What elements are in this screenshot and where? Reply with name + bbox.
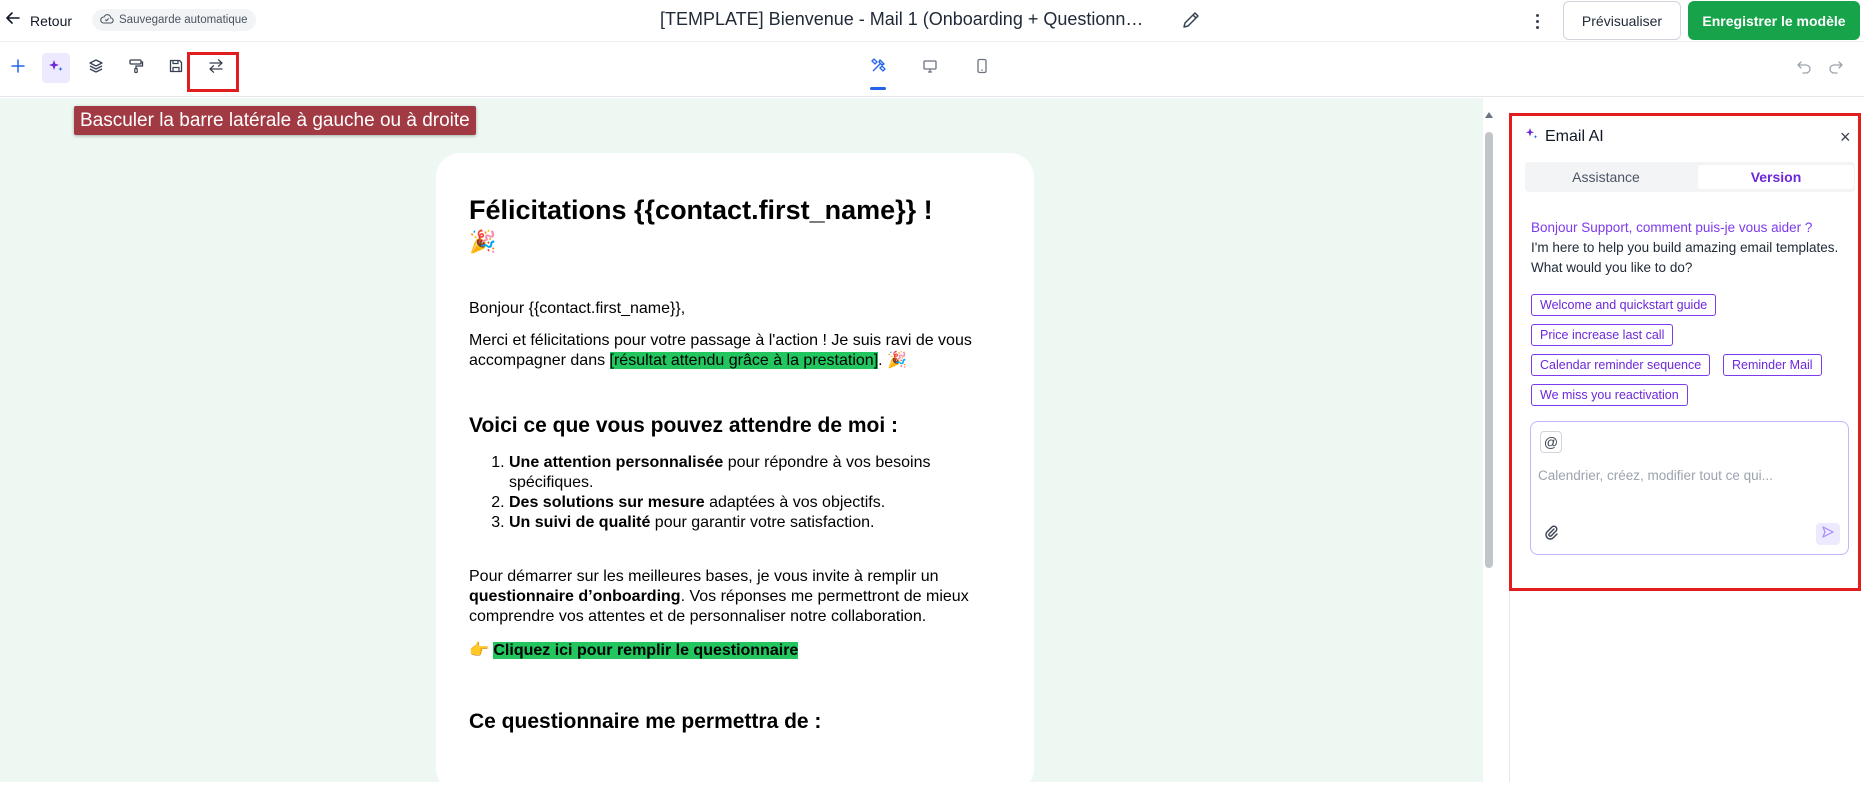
save-template-button[interactable]: Enregistrer le modèle [1688,1,1860,40]
send-icon [1821,525,1835,544]
ai-assistant-button[interactable] [42,53,70,83]
highlighted-placeholder: [résultat attendu grâce à la prestation] [609,352,879,369]
ai-composer [1530,421,1849,555]
questionnaire-link[interactable]: Cliquez ici pour remplir le questionnair… [493,642,799,659]
section-title-expectations: Voici ce que vous pouvez attendre de moi… [469,414,899,437]
ai-panel-header: Email AI [1525,127,1604,146]
back-label: Retour [30,12,73,29]
desktop-view-button[interactable] [916,53,944,83]
autosave-badge: Sauvegarde automatique [92,9,256,31]
party-emoji: 🎉 [469,229,497,254]
scroll-up-arrow-icon[interactable] [1485,112,1493,118]
editor-toolbar [0,43,1864,97]
greeting-line: Bonjour Support, comment puis-je vous ai… [1531,220,1813,235]
ai-prompt-input[interactable] [1538,464,1838,486]
plus-icon [11,58,25,78]
mobile-view-button[interactable] [968,53,996,83]
suggestion-chip[interactable]: Reminder Mail [1723,354,1822,376]
mention-button[interactable]: @ [1540,431,1562,453]
desktop-icon [922,58,938,79]
intro-text: I'm here to help you build amazing email… [1531,240,1839,275]
arrow-left-icon [6,11,20,30]
tab-version[interactable]: Version [1698,165,1854,189]
email-paragraph-2: Pour démarrer sur les meilleures bases, … [469,568,969,625]
list-item: Un suivi de qualité pour garantir votre … [509,513,1001,533]
back-button[interactable]: Retour [6,11,72,30]
expectations-list: Une attention personnalisée pour répondr… [469,453,1001,533]
autosave-label: Sauvegarde automatique [119,14,248,26]
mobile-icon [975,58,989,79]
list-item: Une attention personnalisée pour répondr… [509,453,1001,493]
send-button[interactable] [1816,523,1840,545]
layers-button[interactable] [82,53,110,83]
cta-line: 👉 Cliquez ici pour remplir le questionna… [469,641,1001,661]
list-item: Des solutions sur mesure adaptées à vos … [509,493,1001,513]
sparkles-icon [48,58,64,79]
scrollbar-thumb[interactable] [1485,132,1493,568]
section-title-questionnaire: Ce questionnaire me permettra de : [469,710,822,733]
design-tools-icon [870,57,887,79]
preview-button[interactable]: Prévisualiser [1563,1,1681,40]
add-element-button[interactable] [4,53,32,83]
save-icon [168,58,184,79]
edit-title-icon[interactable] [1180,9,1202,31]
ai-panel-tabs: Assistance Version [1525,162,1855,192]
toggle-sidebar-tooltip: Basculer la barre latérale à gauche ou à… [74,106,476,135]
redo-button[interactable] [1822,53,1850,83]
paperclip-icon[interactable] [1542,523,1560,541]
suggestion-chip[interactable]: Calendar reminder sequence [1531,354,1711,376]
email-heading: Félicitations {{contact.first_name}} ! [469,195,933,225]
pointing-hand-emoji: 👉 [469,642,489,659]
suggestion-chip[interactable]: Price increase last call [1531,324,1674,346]
suggestion-chip[interactable]: Welcome and quickstart guide [1531,294,1717,316]
canvas-scrollbar[interactable] [1484,112,1494,782]
layers-icon [88,58,104,79]
redo-icon [1828,58,1844,79]
active-view-indicator [870,87,886,90]
more-options-icon[interactable] [1528,10,1546,32]
swap-arrows-icon [208,58,224,79]
undo-icon [1796,58,1812,79]
ai-panel-title: Email AI [1545,127,1604,145]
suggestion-chip[interactable]: We miss you reactivation [1531,384,1688,406]
styles-button[interactable] [122,53,150,83]
design-mode-button[interactable] [864,53,892,83]
toggle-sidebar-side-button[interactable] [202,53,230,83]
sparkles-icon [1525,127,1539,146]
email-preview-card: Félicitations {{contact.first_name}} ! 🎉… [436,153,1034,793]
tab-assistance[interactable]: Assistance [1528,165,1684,189]
email-paragraph-1: Merci et félicitations pour votre passag… [469,332,972,369]
undo-button[interactable] [1790,53,1818,83]
close-icon[interactable]: × [1840,127,1851,148]
cloud-icon [100,13,114,27]
top-bar: Retour Sauvegarde automatique [TEMPLATE]… [0,0,1864,42]
paint-roller-icon [128,58,144,79]
email-greeting: Bonjour {{contact.first_name}}, [469,300,686,317]
ai-greeting: Bonjour Support, comment puis-je vous ai… [1531,218,1851,278]
save-block-button[interactable] [162,53,190,83]
template-title[interactable]: [TEMPLATE] Bienvenue - Mail 1 (Onboardin… [660,9,1143,30]
